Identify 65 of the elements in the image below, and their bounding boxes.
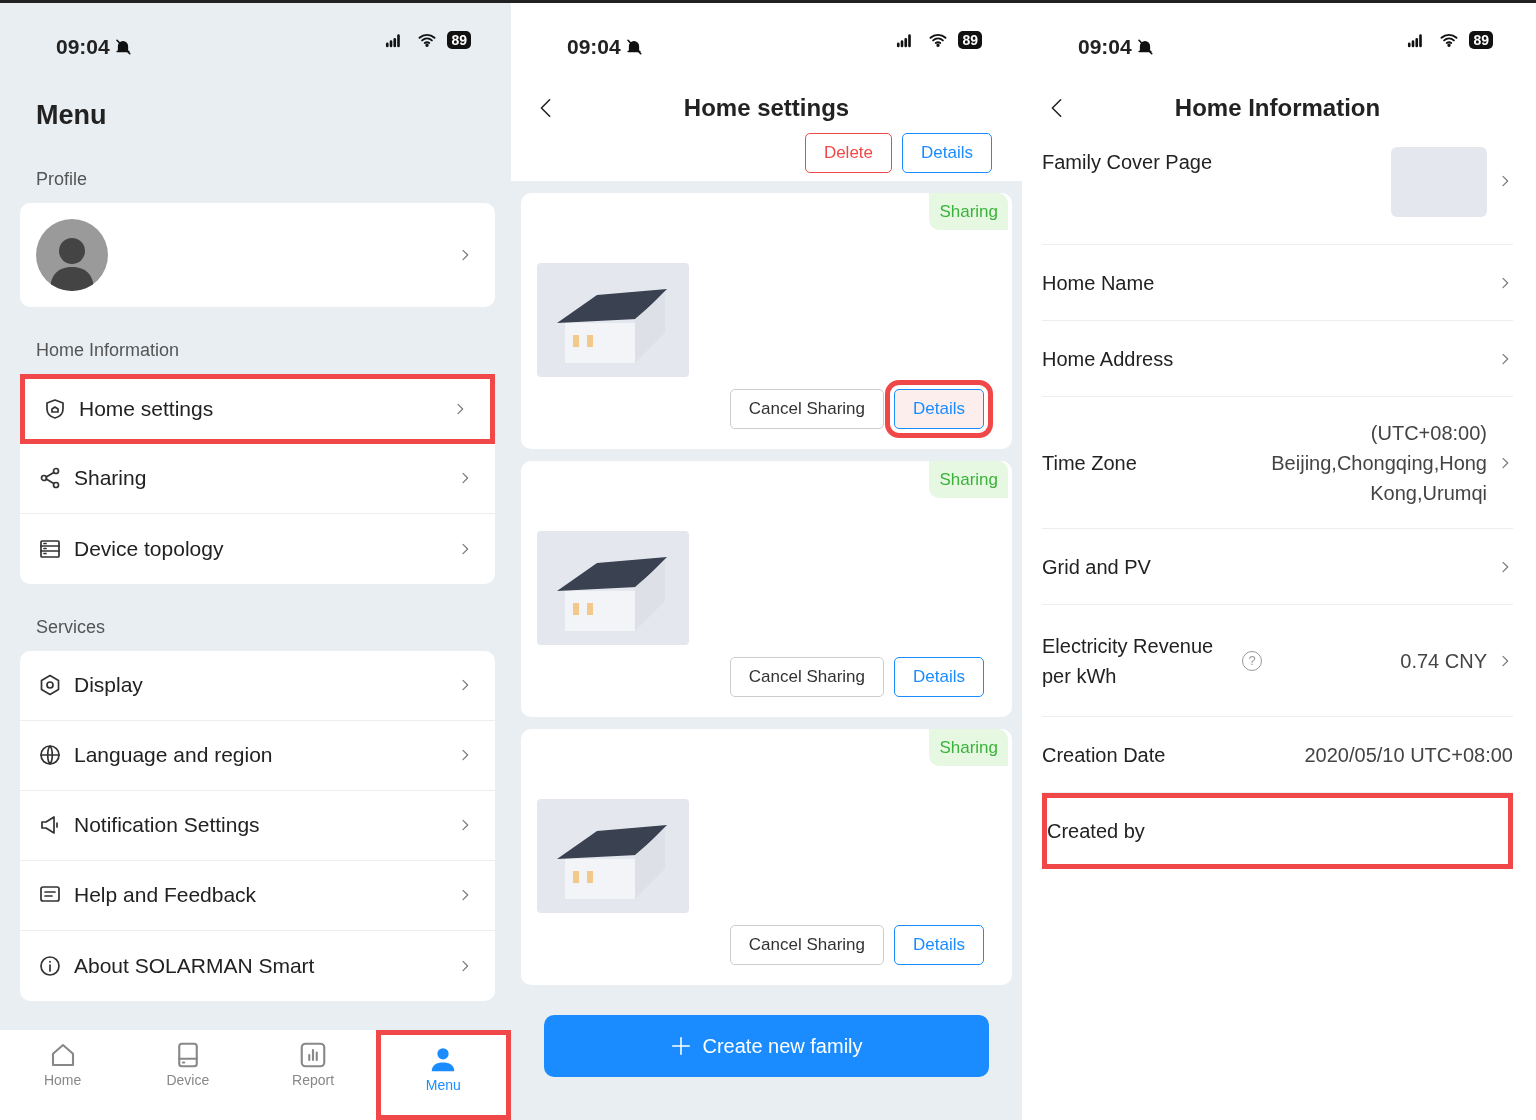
status-tag: Sharing <box>929 460 1008 498</box>
action-button[interactable]: Cancel Sharing <box>729 657 885 697</box>
row-label: Electricity Revenue per kWh <box>1042 633 1215 689</box>
menu-item-label: Notification Settings <box>74 812 261 839</box>
menu-item-label: Device topology <box>74 535 225 562</box>
menu-item[interactable]: Display <box>20 650 495 721</box>
action-button[interactable]: Cancel Sharing <box>729 389 885 429</box>
info-row[interactable]: Creation Date 2020/05/10 UTC+08:00 <box>1042 717 1513 793</box>
battery-level: 89 <box>958 31 982 49</box>
status-tag: Sharing <box>929 728 1008 766</box>
menu-item[interactable]: About SOLARMAN Smart <box>20 930 495 1001</box>
info-row[interactable]: Family Cover Page <box>1042 133 1513 245</box>
menu-item[interactable]: Home settings <box>20 373 495 444</box>
status-time: 09:04 <box>56 34 110 60</box>
menu-item-label: Help and Feedback <box>74 882 258 909</box>
row-label: Grid and PV <box>1042 554 1152 580</box>
menu-item-label: Home settings <box>79 395 215 422</box>
menu-item[interactable]: Device topology <box>20 513 495 584</box>
action-button[interactable]: Cancel Sharing <box>729 925 885 965</box>
row-value: 2020/05/10 UTC+08:00 <box>1304 742 1513 768</box>
nav-tab[interactable]: Report <box>250 1030 376 1120</box>
section-heading: Services <box>35 615 107 639</box>
screen-title: Home settings <box>682 93 851 123</box>
info-row[interactable]: Home Name <box>1042 245 1513 321</box>
info-row[interactable]: Grid and PV <box>1042 529 1513 605</box>
row-value: 0.74 CNY <box>1400 648 1487 674</box>
nav-tab[interactable]: Home <box>0 1030 126 1120</box>
status-time: 09:04 <box>1078 34 1132 60</box>
profile-row[interactable] <box>20 202 495 307</box>
bell-muted-icon <box>624 37 643 56</box>
menu-item-label: Sharing <box>74 465 148 492</box>
row-label: Time Zone <box>1042 450 1138 476</box>
nav-tab[interactable]: Device <box>125 1030 251 1120</box>
info-row[interactable]: Time Zone (UTC+08:00) Beijing,Chongqing,Hong Kong,Urumqi <box>1042 397 1513 529</box>
action-button[interactable]: Delete <box>804 133 893 173</box>
info-row[interactable]: Electricity Revenue per kWh ? 0.74 CNY <box>1042 605 1513 717</box>
menu-item-label: Display <box>74 672 144 699</box>
row-label: Home Name <box>1042 270 1156 296</box>
battery-level: 89 <box>1469 31 1493 49</box>
status-time: 09:04 <box>567 34 621 60</box>
info-row[interactable]: Home Address <box>1042 321 1513 397</box>
row-label: Family Cover Page <box>1042 150 1214 175</box>
row-label: Home Address <box>1042 346 1175 372</box>
menu-item[interactable]: Notification Settings <box>20 790 495 861</box>
screen-title: Home Information <box>1173 93 1382 123</box>
bell-muted-icon <box>1135 37 1154 56</box>
section-heading: Home Information <box>35 338 181 362</box>
plus-icon <box>670 1034 693 1057</box>
menu-item[interactable]: Language and region <box>20 720 495 791</box>
menu-item[interactable]: Help and Feedback <box>20 860 495 931</box>
status-tag: Sharing <box>929 192 1008 230</box>
section-heading: Profile <box>35 167 89 191</box>
info-icon <box>38 953 62 978</box>
bell-muted-icon <box>113 37 132 56</box>
row-value: (UTC+08:00) Beijing,Chongqing,Hong Kong,Urumqi <box>1270 420 1487 506</box>
shield-icon <box>43 396 67 421</box>
menu-item[interactable]: Sharing <box>20 443 495 514</box>
globe-icon <box>38 743 62 767</box>
menu-item-label: About SOLARMAN Smart <box>74 952 316 979</box>
menu-item-label: Language and region <box>74 742 274 769</box>
row-label: Creation Date <box>1042 742 1167 768</box>
battery-level: 89 <box>447 31 471 49</box>
hexagon-icon <box>38 673 62 697</box>
screen-title: Menu <box>35 99 108 132</box>
share-icon <box>38 466 62 490</box>
